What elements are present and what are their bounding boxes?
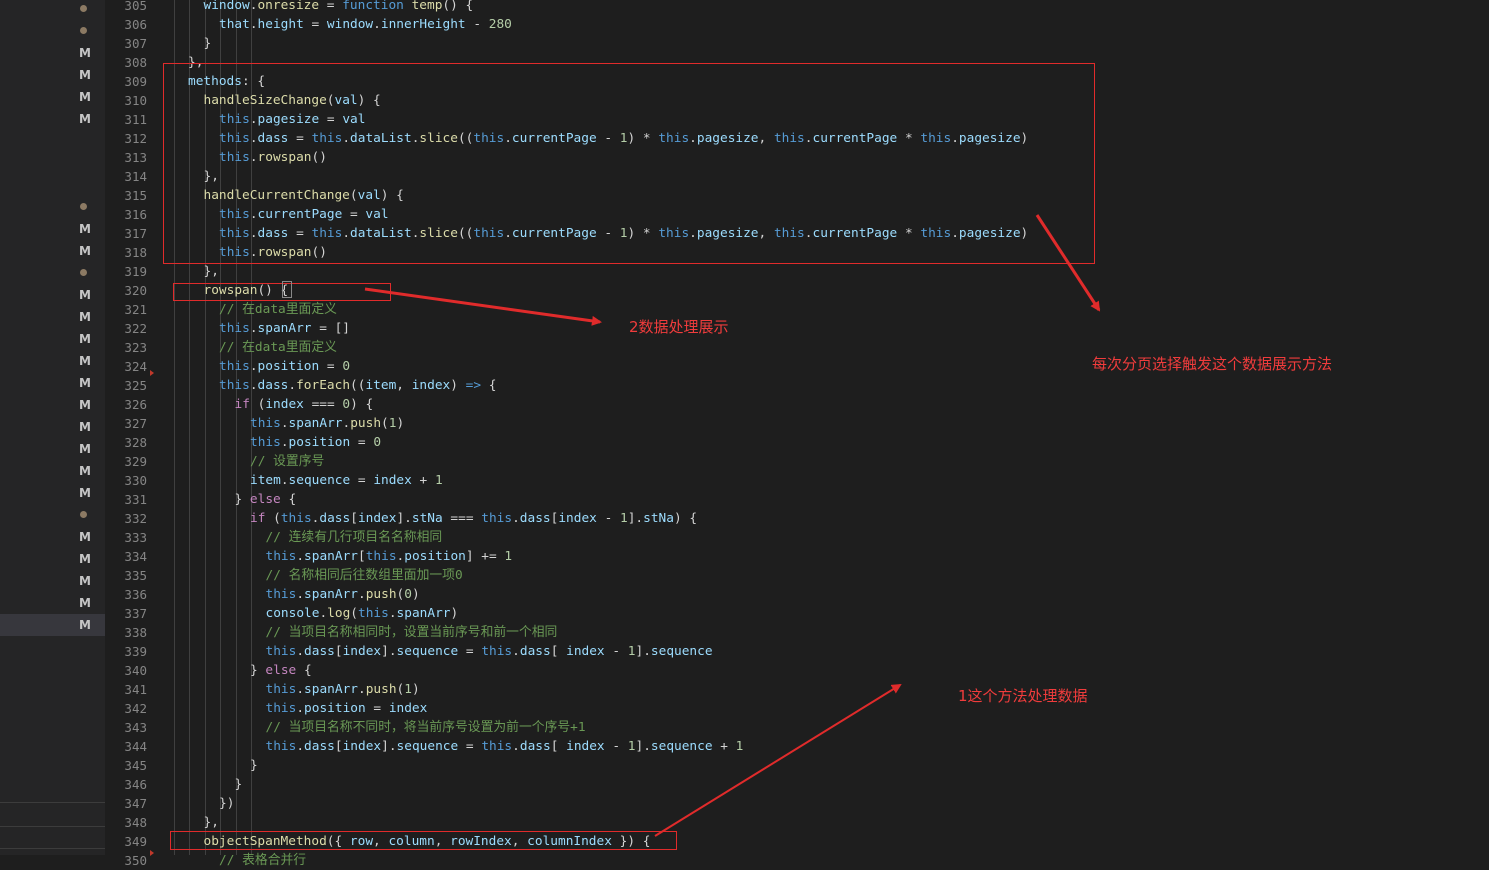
annotation-paging: 每次分页选择触发这个数据展示方法 xyxy=(1092,355,1333,373)
arrow-to-rowspan-note xyxy=(364,287,602,326)
annotation-arrows xyxy=(364,214,1101,837)
arrow-to-method-note xyxy=(654,683,902,837)
code-token: // 表格合并行 xyxy=(219,853,307,868)
arrow-to-paging-note xyxy=(1035,214,1101,312)
annotation-method: 1这个方法处理数据 xyxy=(958,687,1088,705)
annotation-rowspan: 2数据处理展示 xyxy=(629,318,729,336)
